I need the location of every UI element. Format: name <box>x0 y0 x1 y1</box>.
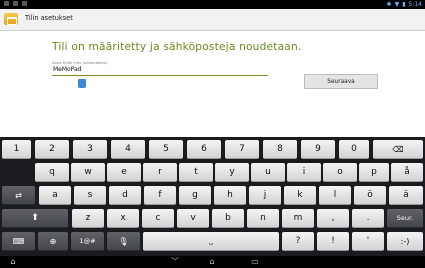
shift-icon: ⬆ <box>31 213 39 223</box>
key[interactable]: r <box>143 163 177 182</box>
bluetooth-icon: ✱ <box>386 1 392 8</box>
keyboard-row-home: ⇄ a s d f g h j k l ö ä <box>0 186 425 207</box>
key[interactable]: c <box>142 209 174 228</box>
key[interactable]: g <box>179 186 211 205</box>
language-key[interactable]: ⊕ <box>38 232 68 251</box>
text-cursor-handle[interactable] <box>78 79 86 88</box>
key[interactable]: e <box>107 163 141 182</box>
notification-icon <box>4 1 9 6</box>
key[interactable]: 2 <box>35 140 69 159</box>
page-title: Tilin asetukset <box>25 14 73 22</box>
key[interactable]: 6 <box>187 140 221 159</box>
keyboard-row-bottom-letters: ⬆ z x c v b n m , . Seur. <box>0 209 425 230</box>
recent-apps-icon[interactable]: ▭ <box>248 257 262 267</box>
key[interactable]: ö <box>354 186 386 205</box>
key[interactable]: i <box>287 163 321 182</box>
key[interactable]: l <box>319 186 351 205</box>
key[interactable]: o <box>323 163 357 182</box>
keyboard-settings-key[interactable]: ⌨ <box>2 232 35 251</box>
key[interactable]: f <box>144 186 176 205</box>
key[interactable]: k <box>284 186 316 205</box>
mic-icon: 🎙 <box>118 236 129 246</box>
clock: 5:14 <box>408 1 422 8</box>
key[interactable]: j <box>249 186 281 205</box>
title-bar: Tilin asetukset <box>0 9 425 31</box>
account-name-value[interactable]: MeMoPad <box>52 65 268 74</box>
tab-key[interactable]: ⇄ <box>2 186 35 205</box>
globe-icon: ⊕ <box>49 236 57 246</box>
key[interactable]: y <box>215 163 249 182</box>
on-screen-keyboard: 1 2 3 4 5 6 7 8 9 0 ⌫ q w e r t y u i o … <box>0 137 425 256</box>
key[interactable]: 1 <box>2 140 31 159</box>
enter-key[interactable]: Seur. <box>387 209 423 228</box>
key[interactable]: ? <box>282 232 314 251</box>
key[interactable]: b <box>212 209 244 228</box>
key[interactable]: ä <box>389 186 423 205</box>
navigation-bar: ⌂ ﹀ ⌂ ▭ <box>0 256 425 268</box>
keyboard-row-function: ⌨ ⊕ 1@# 🎙 ⎵ ? ! ' :-) <box>0 232 425 253</box>
back-icon[interactable]: ⌂ <box>6 257 20 267</box>
key[interactable]: 3 <box>73 140 107 159</box>
hide-keyboard-icon[interactable]: ﹀ <box>168 257 182 267</box>
key[interactable]: ' <box>352 232 384 251</box>
account-name-field[interactable]: MeMoPad <box>52 65 268 76</box>
setup-complete-heading: Tili on määritetty ja sähköposteja noude… <box>52 41 302 53</box>
key[interactable]: t <box>179 163 213 182</box>
key[interactable]: 8 <box>263 140 297 159</box>
space-key[interactable]: ⎵ <box>143 232 279 251</box>
key[interactable]: 9 <box>301 140 335 159</box>
smiley-key[interactable]: :-) <box>387 232 423 251</box>
wifi-icon: ▼ <box>394 1 400 8</box>
key[interactable]: u <box>251 163 285 182</box>
home-icon[interactable]: ⌂ <box>205 257 219 267</box>
notification-icons <box>4 1 27 6</box>
next-button[interactable]: Seuraava <box>304 74 378 89</box>
key[interactable]: 7 <box>225 140 259 159</box>
key[interactable]: n <box>247 209 279 228</box>
keyboard-icon: ⌨ <box>12 236 25 246</box>
voice-input-key[interactable]: 🎙 <box>107 232 140 251</box>
notification-icon <box>22 1 27 6</box>
battery-icon: ▮ <box>402 1 406 8</box>
symbols-key[interactable]: 1@# <box>71 232 104 251</box>
key[interactable]: s <box>74 186 106 205</box>
key[interactable]: . <box>352 209 384 228</box>
key[interactable]: h <box>214 186 246 205</box>
status-bar: ✱ ▼ ▮ 5:14 <box>0 0 425 9</box>
key[interactable]: m <box>282 209 314 228</box>
tab-icon: ⇄ <box>15 190 22 200</box>
keyboard-row-numbers: 1 2 3 4 5 6 7 8 9 0 ⌫ <box>0 140 425 161</box>
key[interactable]: x <box>107 209 139 228</box>
key[interactable]: p <box>359 163 389 182</box>
shift-key[interactable]: ⬆ <box>2 209 68 228</box>
key[interactable]: z <box>72 209 104 228</box>
key[interactable]: q <box>35 163 69 182</box>
main-content: Tili on määritetty ja sähköposteja noude… <box>0 31 425 137</box>
key[interactable]: d <box>109 186 141 205</box>
key[interactable]: w <box>71 163 105 182</box>
email-app-icon <box>4 13 18 25</box>
key[interactable]: v <box>177 209 209 228</box>
status-indicators: ✱ ▼ ▮ 5:14 <box>387 0 422 9</box>
key[interactable]: ! <box>317 232 349 251</box>
notification-icon <box>13 1 18 6</box>
key[interactable]: å <box>391 163 423 182</box>
key[interactable]: 0 <box>339 140 369 159</box>
key[interactable]: a <box>39 186 71 205</box>
key[interactable]: 4 <box>111 140 145 159</box>
key[interactable]: 5 <box>149 140 183 159</box>
space-icon: ⎵ <box>209 236 213 245</box>
backspace-key[interactable]: ⌫ <box>373 140 423 159</box>
backspace-icon: ⌫ <box>392 144 404 154</box>
key[interactable]: , <box>317 209 349 228</box>
keyboard-row-qwerty: q w e r t y u i o p å <box>0 163 425 184</box>
